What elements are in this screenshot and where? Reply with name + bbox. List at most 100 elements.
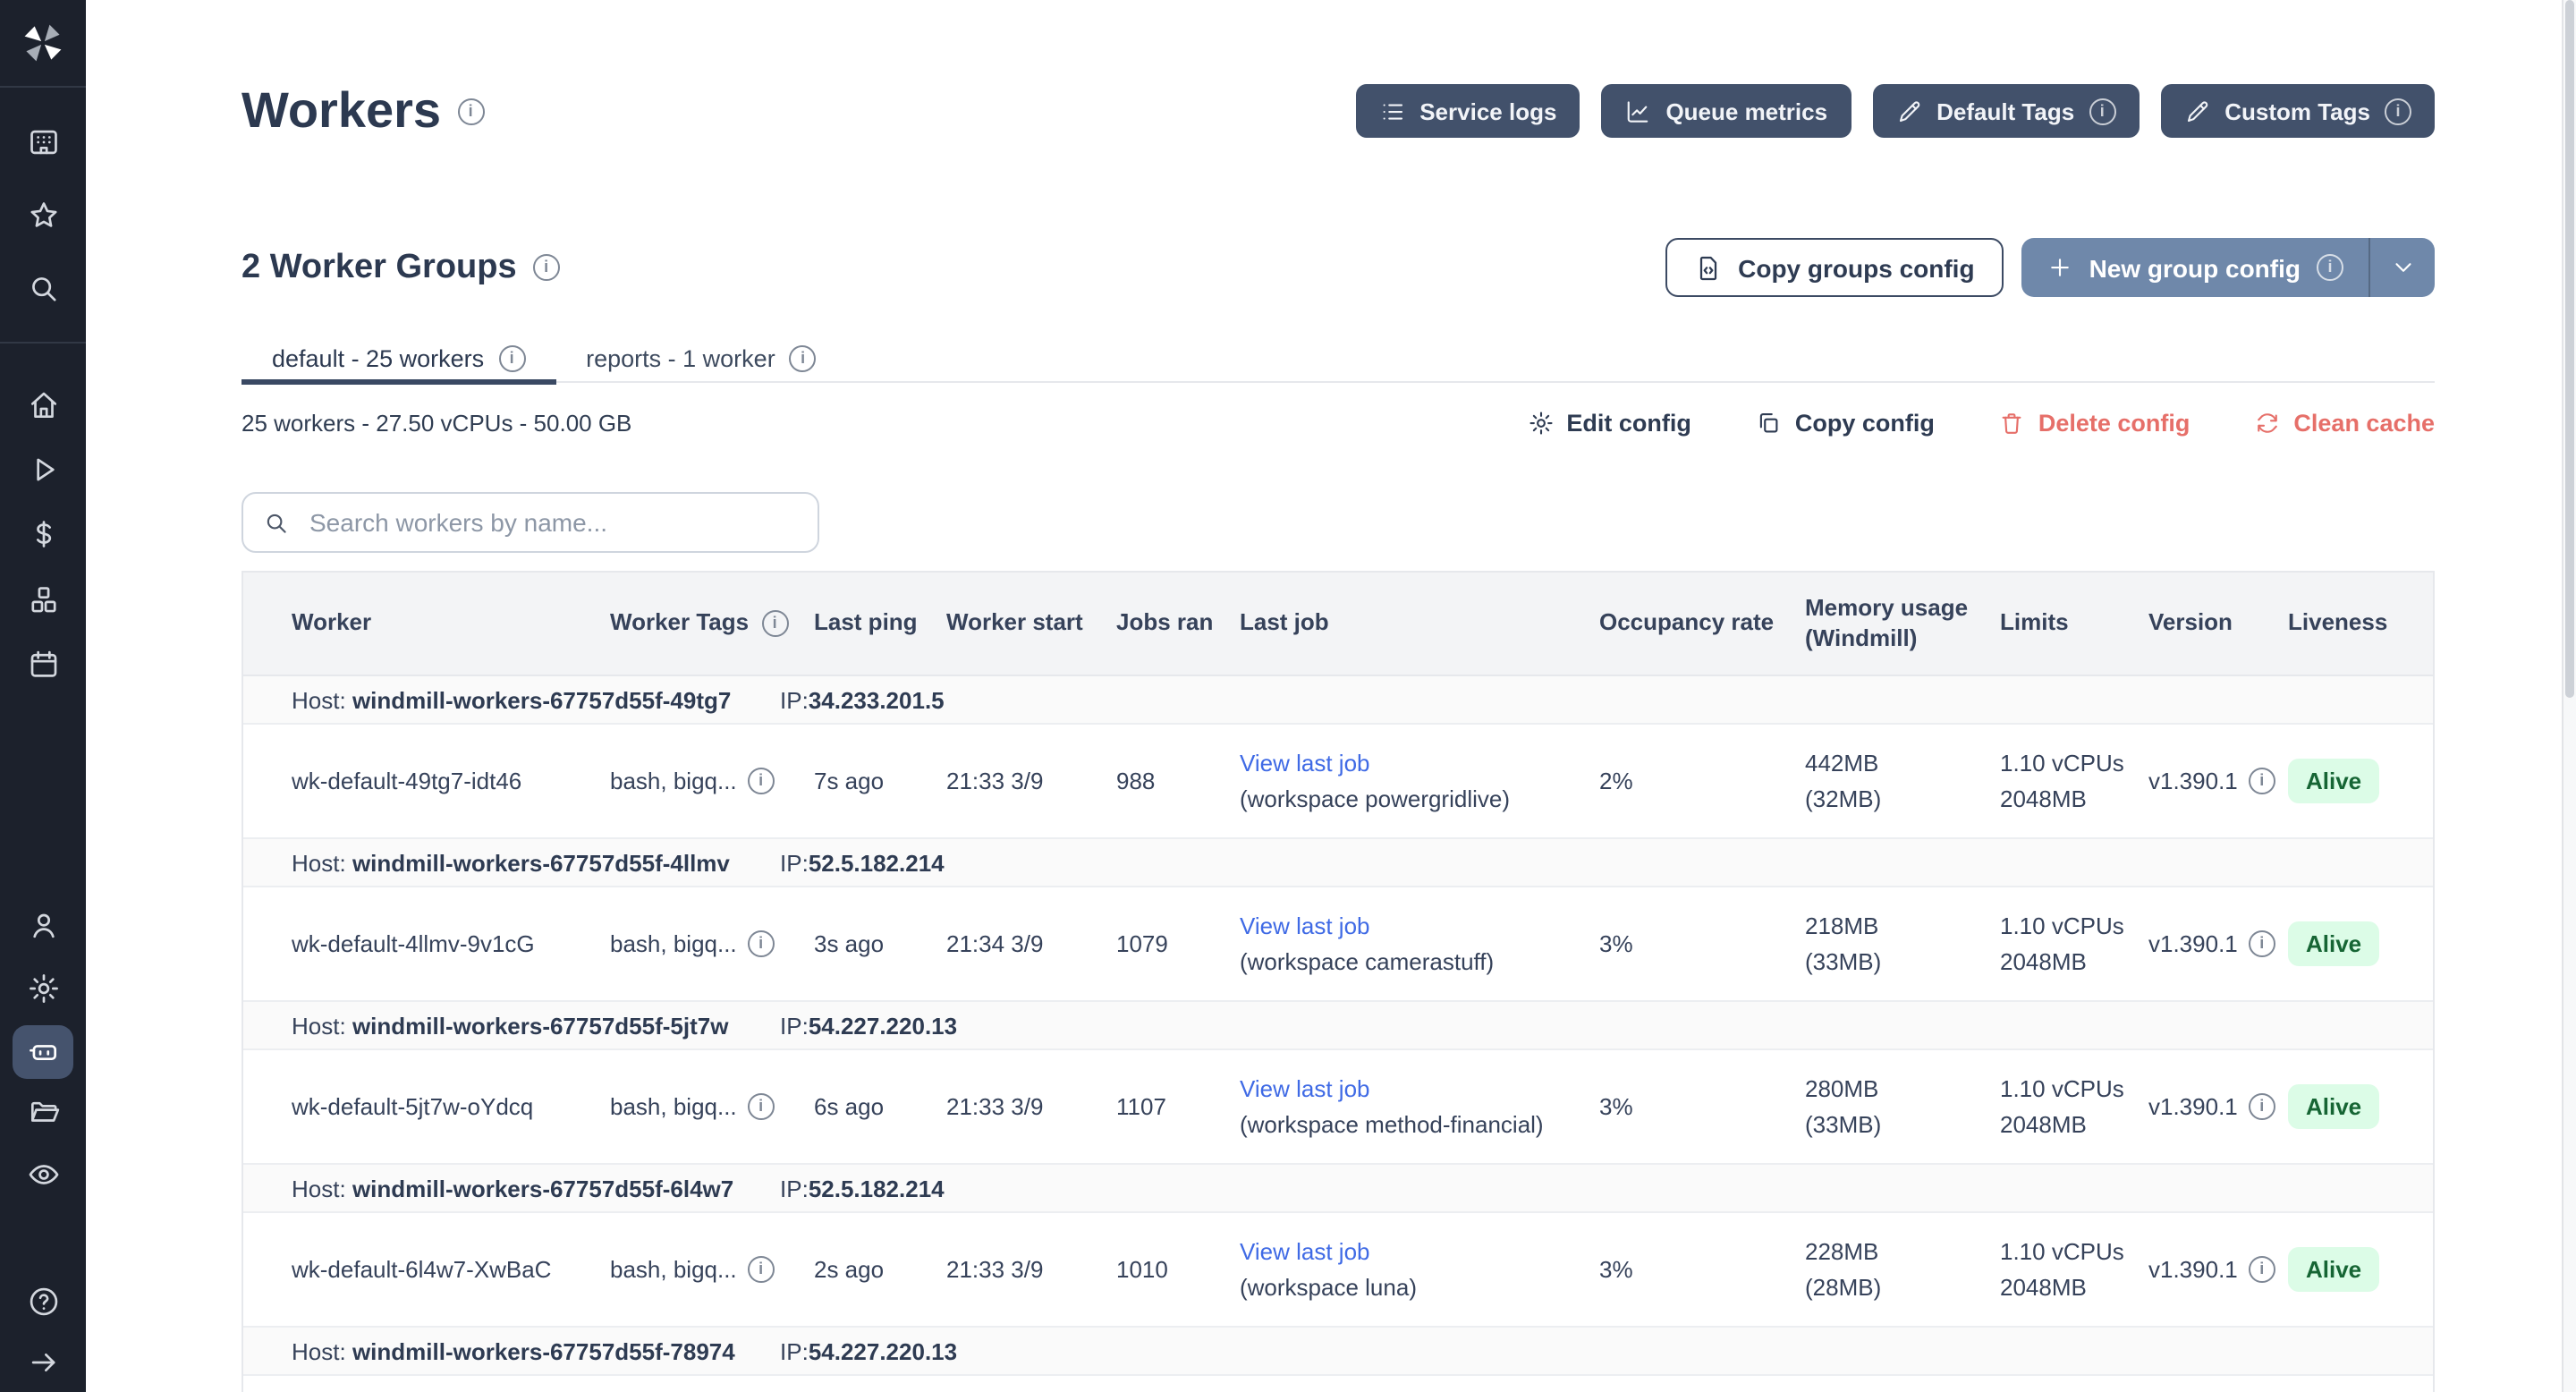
worker-tags-cell: bash, bigq... bbox=[610, 764, 814, 799]
col-limits: Limits bbox=[2000, 608, 2148, 639]
version-value: v1.390.1 bbox=[2148, 1090, 2238, 1125]
last-job-workspace: (workspace luna) bbox=[1240, 1269, 1581, 1304]
sidebar-expand-button[interactable] bbox=[0, 1345, 86, 1379]
info-icon[interactable] bbox=[2249, 768, 2275, 794]
copy-config-button[interactable]: Copy config bbox=[1756, 410, 1935, 437]
sidebar-item-help[interactable] bbox=[0, 1285, 86, 1319]
file-code-icon bbox=[1693, 253, 1722, 282]
tab-reports[interactable]: reports - 1 worker bbox=[555, 336, 847, 381]
windmill-logo[interactable] bbox=[0, 0, 86, 88]
scrollbar-thumb[interactable] bbox=[2565, 0, 2574, 698]
limits-memory: 2048MB bbox=[2000, 944, 2131, 979]
table-body: Host: windmill-workers-67757d55f-49tg7 I… bbox=[243, 676, 2433, 1376]
col-occupancy-rate: Occupancy rate bbox=[1599, 608, 1805, 639]
header-buttons: Service logs Queue metrics Default Tags … bbox=[1355, 84, 2435, 138]
limits-cpu: 1.10 vCPUs bbox=[2000, 1072, 2131, 1107]
new-group-config-button[interactable]: New group config bbox=[2021, 238, 2435, 297]
col-worker-tags: Worker Tags bbox=[610, 608, 814, 639]
sidebar-item-favorites[interactable] bbox=[0, 199, 86, 233]
sidebar-item-settings[interactable] bbox=[0, 972, 86, 1006]
view-last-job-link[interactable]: View last job bbox=[1240, 912, 1370, 939]
sidebar-item-search[interactable] bbox=[0, 272, 86, 306]
sidebar-item-users[interactable] bbox=[0, 909, 86, 943]
host-ip: 54.227.220.13 bbox=[809, 1012, 957, 1039]
version-cell: v1.390.1 bbox=[2148, 927, 2288, 962]
sidebar-item-resources[interactable] bbox=[0, 583, 86, 617]
sidebar-item-apps[interactable] bbox=[0, 125, 86, 159]
sidebar-item-variables[interactable] bbox=[0, 517, 86, 551]
view-last-job-link[interactable]: View last job bbox=[1240, 1238, 1370, 1265]
host-ip: 34.233.201.5 bbox=[809, 686, 945, 713]
memory-value: 218MB bbox=[1805, 909, 1982, 944]
worker-start: 21:33 3/9 bbox=[946, 764, 1116, 799]
worker-group-tabs: default - 25 workers reports - 1 worker bbox=[242, 336, 2435, 383]
search-icon bbox=[263, 509, 290, 536]
info-icon[interactable] bbox=[790, 345, 817, 372]
limits-cell: 1.10 vCPUs 2048MB bbox=[2000, 1235, 2148, 1304]
worker-search[interactable] bbox=[242, 492, 819, 553]
info-icon[interactable] bbox=[2249, 1256, 2275, 1283]
queue-metrics-button[interactable]: Queue metrics bbox=[1601, 84, 1851, 138]
info-icon[interactable] bbox=[2249, 930, 2275, 957]
gear-icon bbox=[1527, 410, 1554, 437]
info-icon[interactable] bbox=[533, 254, 560, 281]
col-worker: Worker bbox=[292, 608, 610, 639]
col-last-job: Last job bbox=[1240, 608, 1599, 639]
sidebar-item-home[interactable] bbox=[0, 388, 86, 422]
service-logs-button[interactable]: Service logs bbox=[1355, 84, 1580, 138]
liveness-badge: Alive bbox=[2288, 921, 2379, 967]
last-ping: 3s ago bbox=[814, 927, 946, 962]
info-icon[interactable] bbox=[457, 98, 484, 124]
host-cell: Host: windmill-workers-67757d55f-78974 bbox=[292, 1337, 780, 1364]
search-input[interactable] bbox=[306, 506, 798, 539]
delete-config-button[interactable]: Delete config bbox=[1999, 410, 2190, 437]
sidebar bbox=[0, 0, 86, 1392]
last-job-cell: View last job (workspace camerastuff) bbox=[1240, 909, 1599, 979]
worker-tags: bash, bigq... bbox=[610, 1252, 737, 1287]
host-cell: Host: windmill-workers-67757d55f-49tg7 bbox=[292, 686, 780, 713]
sidebar-item-audit-logs[interactable] bbox=[0, 1158, 86, 1192]
copy-groups-config-button[interactable]: Copy groups config bbox=[1665, 238, 2003, 297]
col-last-ping: Last ping bbox=[814, 608, 946, 639]
info-icon[interactable] bbox=[2249, 1093, 2275, 1120]
trash-icon bbox=[1999, 410, 2026, 437]
limits-cell: 1.10 vCPUs 2048MB bbox=[2000, 1072, 2148, 1142]
info-icon[interactable] bbox=[498, 345, 525, 372]
sidebar-item-workers[interactable] bbox=[0, 1034, 86, 1068]
worker-tags: bash, bigq... bbox=[610, 927, 737, 962]
tab-default[interactable]: default - 25 workers bbox=[242, 336, 555, 381]
info-icon[interactable] bbox=[748, 1093, 775, 1120]
view-last-job-link[interactable]: View last job bbox=[1240, 750, 1370, 777]
scrollbar[interactable] bbox=[2562, 0, 2576, 1392]
copy-icon bbox=[1756, 410, 1783, 437]
default-tags-button[interactable]: Default Tags bbox=[1872, 84, 2139, 138]
edit-config-button[interactable]: Edit config bbox=[1527, 410, 1691, 437]
info-icon[interactable] bbox=[748, 1256, 775, 1283]
last-job-cell: View last job (workspace powergridlive) bbox=[1240, 746, 1599, 816]
host-ip: 54.227.220.13 bbox=[809, 1337, 957, 1364]
limits-cpu: 1.10 vCPUs bbox=[2000, 746, 2131, 781]
sidebar-item-schedules[interactable] bbox=[0, 648, 86, 682]
sidebar-item-runs[interactable] bbox=[0, 453, 86, 487]
new-group-config-dropdown[interactable] bbox=[2368, 238, 2435, 297]
last-job-cell: View last job (workspace luna) bbox=[1240, 1235, 1599, 1304]
ip-cell: IP:34.233.201.5 bbox=[780, 686, 945, 713]
custom-tags-button[interactable]: Custom Tags bbox=[2160, 84, 2435, 138]
info-icon[interactable] bbox=[761, 610, 788, 637]
table-header: Worker Worker Tags Last ping Worker star… bbox=[243, 573, 2433, 676]
liveness-badge: Alive bbox=[2288, 1247, 2379, 1293]
host-row: Host: windmill-workers-67757d55f-6l4w7 I… bbox=[243, 1165, 2433, 1213]
clean-cache-button[interactable]: Clean cache bbox=[2254, 410, 2435, 437]
jobs-ran: 1010 bbox=[1116, 1252, 1240, 1287]
sidebar-item-folders[interactable] bbox=[0, 1095, 86, 1129]
liveness-cell: Alive bbox=[2288, 1084, 2436, 1130]
worker-tags-cell: bash, bigq... bbox=[610, 927, 814, 962]
view-last-job-link[interactable]: View last job bbox=[1240, 1075, 1370, 1102]
limits-memory: 2048MB bbox=[2000, 1269, 2131, 1304]
info-icon[interactable] bbox=[748, 768, 775, 794]
liveness-cell: Alive bbox=[2288, 1247, 2436, 1293]
limits-cpu: 1.10 vCPUs bbox=[2000, 1235, 2131, 1269]
workers-table: Worker Worker Tags Last ping Worker star… bbox=[242, 571, 2435, 1392]
worker-start: 21:33 3/9 bbox=[946, 1252, 1116, 1287]
info-icon[interactable] bbox=[748, 930, 775, 957]
